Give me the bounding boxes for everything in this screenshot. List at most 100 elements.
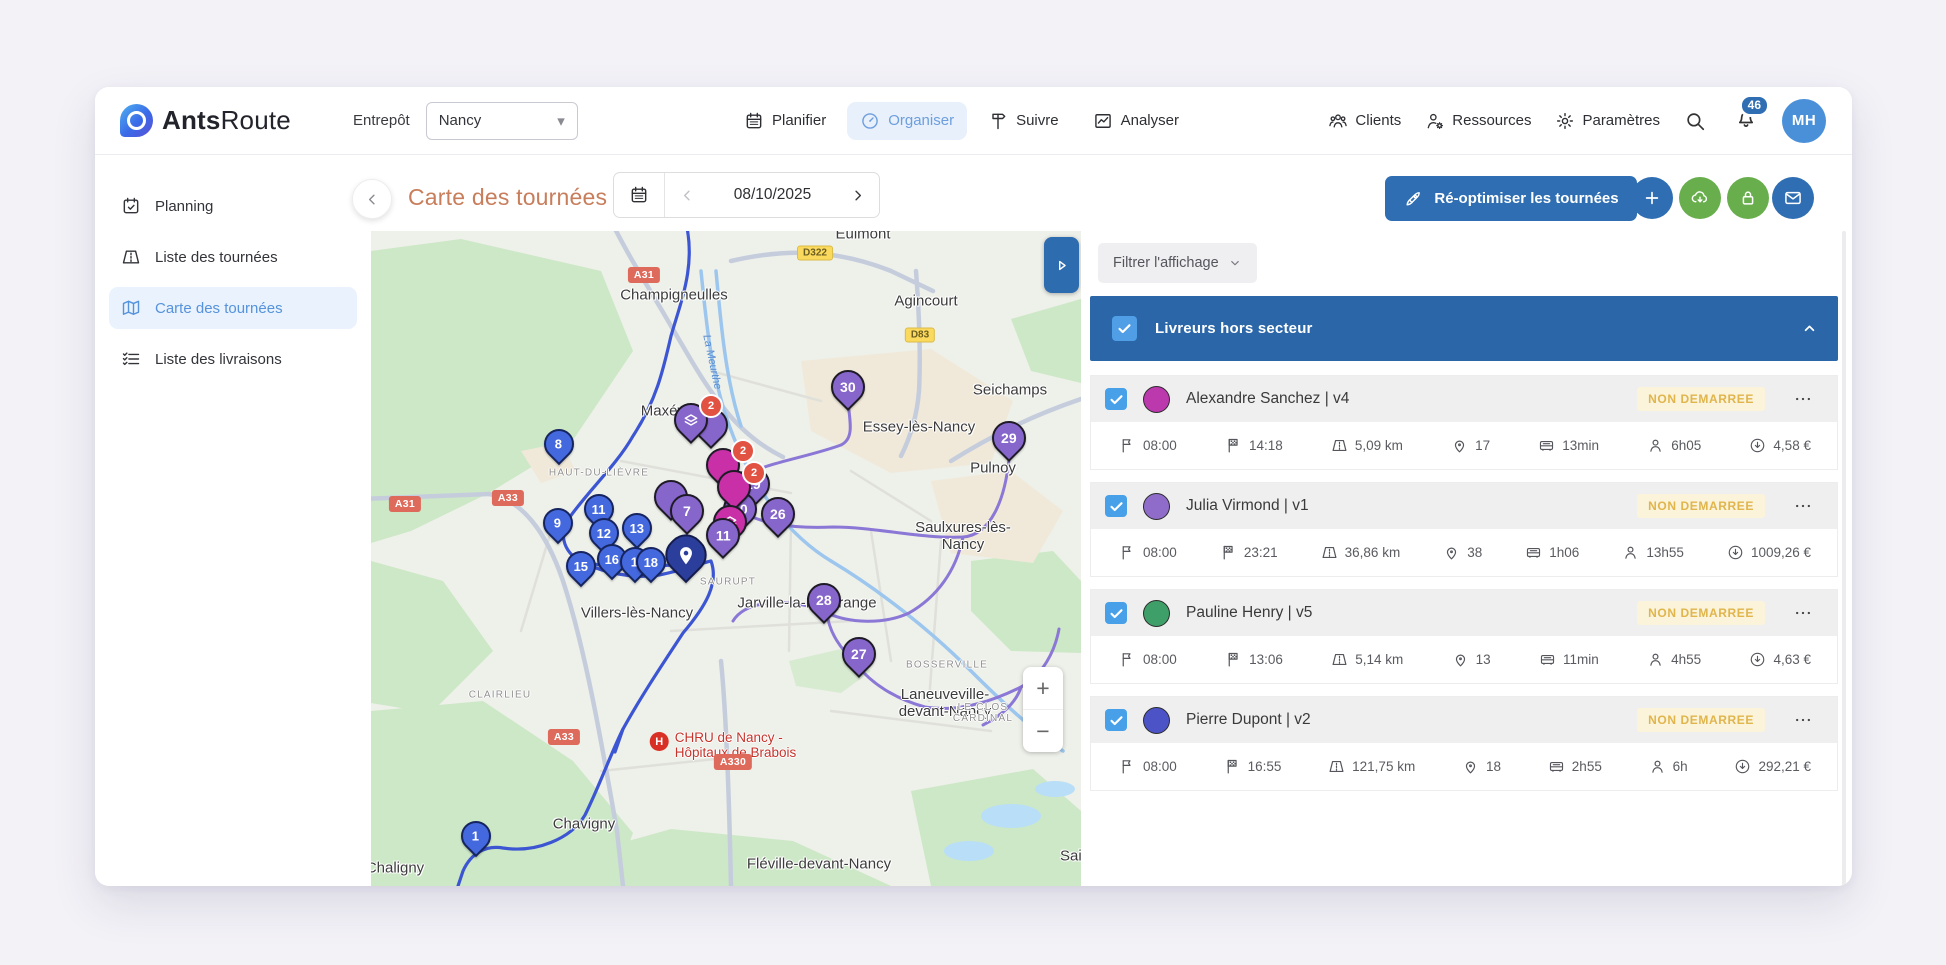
- sidebar-item-liste-tournees[interactable]: Liste des tournées: [109, 236, 357, 278]
- stat-cost: 1009,26 €: [1727, 544, 1811, 561]
- road-icon: [1328, 758, 1345, 775]
- current-date: 08/10/2025: [710, 173, 835, 217]
- reoptimize-button[interactable]: Ré-optimiser les tournées: [1385, 176, 1637, 221]
- routes-map[interactable]: EulmontChampigneullesAgincourtMaxévilleS…: [371, 231, 1081, 886]
- export-button[interactable]: [1679, 177, 1721, 219]
- nav-suivre[interactable]: Suivre: [975, 102, 1072, 140]
- van-icon: [1538, 437, 1555, 454]
- nav-planifier[interactable]: Planifier: [731, 102, 839, 140]
- check-icon: [1108, 498, 1125, 515]
- driver-checkbox[interactable]: [1105, 495, 1127, 517]
- stat-duration: 6h: [1649, 758, 1688, 775]
- nav-analyser[interactable]: Analyser: [1080, 102, 1192, 140]
- location-pin-icon: [1443, 544, 1460, 561]
- driver-card-header[interactable]: Pierre Dupont | v2 NON DEMARREE: [1091, 697, 1837, 743]
- person-icon: [1647, 651, 1664, 668]
- stat-driving-time: 11min: [1539, 651, 1599, 668]
- warehouse-selector: Entrepôt Nancy ▾: [353, 87, 578, 154]
- nav-ressources[interactable]: Ressources: [1425, 111, 1531, 131]
- flag-icon: [1119, 651, 1136, 668]
- calendar-picker-button[interactable]: [614, 173, 665, 217]
- next-day-button[interactable]: [835, 173, 879, 217]
- download-circle-icon: [1734, 758, 1751, 775]
- driver-color-dot: [1143, 493, 1170, 520]
- avatar[interactable]: MH: [1782, 99, 1826, 143]
- driver-checkbox[interactable]: [1105, 388, 1127, 410]
- flag-icon: [1119, 758, 1136, 775]
- sidebar-item-carte-tournees[interactable]: Carte des tournées: [109, 287, 357, 329]
- driver-menu-button[interactable]: [1793, 389, 1813, 409]
- driver-card: Pierre Dupont | v2 NON DEMARREE 08:00 16…: [1090, 696, 1838, 791]
- chevron-up-icon[interactable]: [1801, 320, 1818, 337]
- warehouse-select[interactable]: Nancy ▾: [426, 102, 578, 140]
- page-title: Carte des tournées: [408, 184, 607, 211]
- group-title: Livreurs hors secteur: [1155, 320, 1313, 337]
- zoom-in-button[interactable]: +: [1023, 667, 1063, 709]
- driver-menu-button[interactable]: [1793, 710, 1813, 730]
- chevron-down-icon: ▾: [557, 112, 565, 130]
- driver-checkbox[interactable]: [1105, 602, 1127, 624]
- flag-icon: [1119, 437, 1136, 454]
- driver-card-header[interactable]: Julia Virmond | v1 NON DEMARREE: [1091, 483, 1837, 529]
- driver-menu-button[interactable]: [1793, 603, 1813, 623]
- stat-driving-time: 1h06: [1525, 544, 1579, 561]
- driver-card-header[interactable]: Pauline Henry | v5 NON DEMARREE: [1091, 590, 1837, 636]
- driver-checkbox[interactable]: [1105, 709, 1127, 731]
- chevron-left-icon: [679, 187, 696, 204]
- road-icon: [121, 247, 141, 267]
- van-icon: [1548, 758, 1565, 775]
- driver-card-header[interactable]: Alexandre Sanchez | v4 NON DEMARREE: [1091, 376, 1837, 422]
- finish-flag-icon: [1225, 651, 1242, 668]
- sidebar-item-liste-livraisons[interactable]: Liste des livraisons: [109, 338, 357, 380]
- person-gear-icon: [1425, 111, 1445, 131]
- nav-parametres[interactable]: Paramètres: [1555, 111, 1660, 131]
- chevron-down-icon: [1228, 256, 1242, 270]
- send-mail-button[interactable]: [1772, 177, 1814, 219]
- main-nav: Planifier Organiser Suivre Analyser: [731, 87, 1192, 154]
- sidebar-item-planning[interactable]: Planning: [109, 185, 357, 227]
- stat-end-time: 13:06: [1225, 651, 1283, 668]
- driver-stats-row: 08:00 23:21 36,86 km 38 1h06 13h55 1009,…: [1091, 529, 1837, 576]
- stat-end-time: 14:18: [1225, 437, 1283, 454]
- zoom-out-button[interactable]: −: [1023, 709, 1063, 752]
- group-header-livreurs-hors-secteur[interactable]: Livreurs hors secteur: [1090, 296, 1838, 361]
- ellipsis-icon: [1793, 603, 1813, 623]
- stat-start-time: 08:00: [1119, 651, 1177, 668]
- stat-driving-time: 13min: [1538, 437, 1599, 454]
- check-icon: [1116, 320, 1133, 337]
- signpost-icon: [988, 111, 1008, 131]
- stat-end-time: 23:21: [1220, 544, 1278, 561]
- page: AntsRoute Entrepôt Nancy ▾ Planifier Org…: [0, 0, 1946, 965]
- add-button[interactable]: [1631, 177, 1673, 219]
- collapse-sidebar-button[interactable]: [352, 179, 392, 219]
- warehouse-value: Nancy: [439, 112, 482, 129]
- group-checkbox[interactable]: [1112, 316, 1137, 341]
- app-window: AntsRoute Entrepôt Nancy ▾ Planifier Org…: [95, 87, 1852, 886]
- nav-clients[interactable]: Clients: [1328, 111, 1401, 131]
- driver-menu-button[interactable]: [1793, 496, 1813, 516]
- notifications-button[interactable]: 46: [1734, 106, 1758, 135]
- ellipsis-icon: [1793, 389, 1813, 409]
- ellipsis-icon: [1793, 710, 1813, 730]
- warehouse-label: Entrepôt: [353, 112, 410, 129]
- previous-day-button[interactable]: [665, 173, 710, 217]
- stat-stops: 38: [1443, 544, 1482, 561]
- ellipsis-icon: [1793, 496, 1813, 516]
- driver-card: Alexandre Sanchez | v4 NON DEMARREE 08:0…: [1090, 375, 1838, 470]
- search-icon[interactable]: [1684, 110, 1706, 132]
- map-base: [371, 231, 1081, 886]
- expand-panel-button[interactable]: [1044, 237, 1079, 293]
- panel-scrollbar[interactable]: [1842, 231, 1846, 886]
- brand-logo[interactable]: AntsRoute: [120, 87, 291, 154]
- people-icon: [1328, 111, 1348, 131]
- filter-display-button[interactable]: Filtrer l'affichage: [1098, 243, 1257, 283]
- chevron-right-icon: [849, 187, 866, 204]
- date-navigator: 08/10/2025: [613, 172, 880, 218]
- nav-organiser[interactable]: Organiser: [847, 102, 967, 140]
- status-badge: NON DEMARREE: [1637, 708, 1765, 732]
- map-icon: [121, 298, 141, 318]
- layers-icon: [683, 412, 700, 429]
- stat-cost: 4,58 €: [1749, 437, 1811, 454]
- lock-button[interactable]: [1727, 177, 1769, 219]
- location-pin-icon: [1451, 437, 1468, 454]
